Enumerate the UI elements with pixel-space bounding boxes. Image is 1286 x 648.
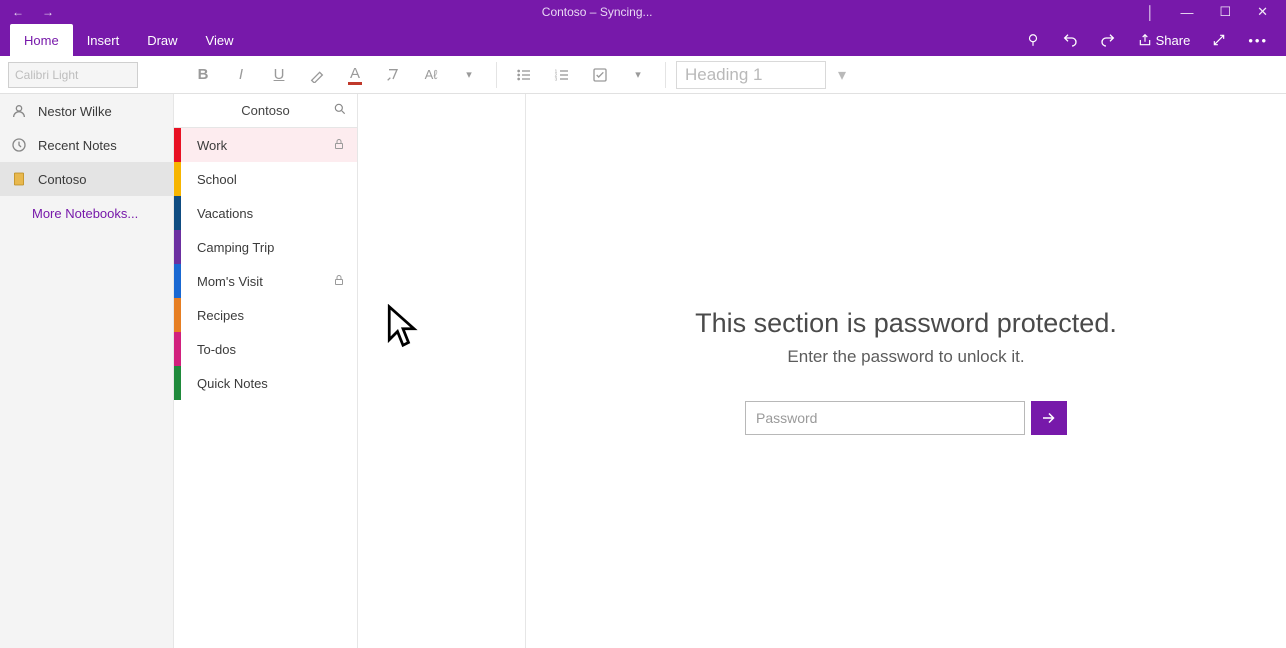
section-item[interactable]: Vacations <box>174 196 357 230</box>
style-select[interactable]: Heading 1 <box>676 61 826 89</box>
title-bar: ← → Contoso – Syncing... │ — ☐ ✕ <box>0 0 1286 24</box>
number-list-button[interactable]: 123 <box>545 60 579 90</box>
section-color-stripe <box>174 196 181 230</box>
sidebar-more-notebooks[interactable]: More Notebooks... <box>0 196 173 230</box>
protected-heading: This section is password protected. <box>695 308 1117 339</box>
back-arrow-icon[interactable]: ← <box>12 5 24 19</box>
divider <box>496 62 497 88</box>
protected-subtext: Enter the password to unlock it. <box>787 347 1024 367</box>
text-format-button[interactable]: Aℓ <box>414 60 448 90</box>
ribbon-tabs: Home Insert Draw View Share ••• <box>0 24 1286 56</box>
undo-icon[interactable] <box>1062 32 1078 48</box>
lock-icon <box>333 138 357 153</box>
search-icon[interactable] <box>333 102 347 119</box>
tab-insert[interactable]: Insert <box>73 24 134 56</box>
fullscreen-icon[interactable] <box>1212 33 1226 47</box>
section-color-stripe <box>174 230 181 264</box>
tab-home[interactable]: Home <box>10 24 73 56</box>
section-color-stripe <box>174 298 181 332</box>
maximize-icon[interactable]: ☐ <box>1219 4 1231 20</box>
section-item[interactable]: School <box>174 162 357 196</box>
section-label: Vacations <box>181 206 357 221</box>
forward-arrow-icon[interactable]: → <box>42 5 54 19</box>
section-color-stripe <box>174 128 181 162</box>
underline-button[interactable]: U <box>262 60 296 90</box>
section-color-stripe <box>174 366 181 400</box>
section-item[interactable]: Recipes <box>174 298 357 332</box>
minimize-icon[interactable]: — <box>1180 5 1193 20</box>
todo-tag-button[interactable] <box>583 60 617 90</box>
tab-view[interactable]: View <box>192 24 248 56</box>
unlock-button[interactable] <box>1031 401 1067 435</box>
sidebar-recent-label: Recent Notes <box>38 138 117 153</box>
user-icon <box>10 102 28 120</box>
section-label: Camping Trip <box>181 240 357 255</box>
sidebar-user[interactable]: Nestor Wilke <box>0 94 173 128</box>
highlight-button[interactable] <box>300 60 334 90</box>
section-label: Work <box>181 138 333 153</box>
password-input[interactable] <box>745 401 1025 435</box>
section-item[interactable]: Work <box>174 128 357 162</box>
tag-dropdown-icon[interactable]: ▾ <box>621 60 655 90</box>
notebook-sidebar: Nestor Wilke Recent Notes Contoso More N… <box>0 94 174 648</box>
share-button[interactable]: Share <box>1138 33 1191 48</box>
section-item[interactable]: To-dos <box>174 332 357 366</box>
tell-me-icon[interactable] <box>1026 33 1040 47</box>
sidebar-user-label: Nestor Wilke <box>38 104 112 119</box>
section-color-stripe <box>174 332 181 366</box>
divider-icon: │ <box>1146 5 1154 20</box>
ribbon-toolbar: Calibri Light B I U A Aℓ ▾ 123 ▾ Heading… <box>0 56 1286 94</box>
italic-button[interactable]: I <box>224 60 258 90</box>
section-item[interactable]: Quick Notes <box>174 366 357 400</box>
font-color-button[interactable]: A <box>338 60 372 90</box>
section-label: To-dos <box>181 342 357 357</box>
share-label: Share <box>1156 33 1191 48</box>
notebook-icon <box>10 170 28 188</box>
section-label: Quick Notes <box>181 376 357 391</box>
svg-text:3: 3 <box>555 76 558 81</box>
redo-icon[interactable] <box>1100 32 1116 48</box>
window-title: Contoso – Syncing... <box>66 5 1128 19</box>
section-color-stripe <box>174 162 181 196</box>
pages-column <box>358 94 526 648</box>
section-item[interactable]: Camping Trip <box>174 230 357 264</box>
bold-button[interactable]: B <box>186 60 220 90</box>
main-area: Nestor Wilke Recent Notes Contoso More N… <box>0 94 1286 648</box>
lock-icon <box>333 274 357 289</box>
close-icon[interactable]: ✕ <box>1257 4 1268 20</box>
divider <box>665 62 666 88</box>
sidebar-notebook-label: Contoso <box>38 172 86 187</box>
section-color-stripe <box>174 264 181 298</box>
sections-header-label: Contoso <box>241 103 289 118</box>
sections-header: Contoso <box>174 94 357 128</box>
section-label: Recipes <box>181 308 357 323</box>
more-icon[interactable]: ••• <box>1248 33 1268 48</box>
style-dropdown-icon[interactable]: ▾ <box>830 65 854 85</box>
section-label: Mom's Visit <box>181 274 333 289</box>
note-canvas: This section is password protected. Ente… <box>526 94 1286 648</box>
sidebar-more-label: More Notebooks... <box>32 206 138 221</box>
format-dropdown-icon[interactable]: ▾ <box>452 60 486 90</box>
clear-format-button[interactable] <box>376 60 410 90</box>
bullet-list-button[interactable] <box>507 60 541 90</box>
clock-icon <box>10 136 28 154</box>
tab-draw[interactable]: Draw <box>133 24 191 56</box>
sidebar-recent-notes[interactable]: Recent Notes <box>0 128 173 162</box>
sections-column: Contoso Work School Vacations Camping Trip M… <box>174 94 358 648</box>
sidebar-notebook-contoso[interactable]: Contoso <box>0 162 173 196</box>
cursor-icon <box>386 304 420 348</box>
section-item[interactable]: Mom's Visit <box>174 264 357 298</box>
font-name-select[interactable]: Calibri Light <box>8 62 138 88</box>
section-label: School <box>181 172 357 187</box>
